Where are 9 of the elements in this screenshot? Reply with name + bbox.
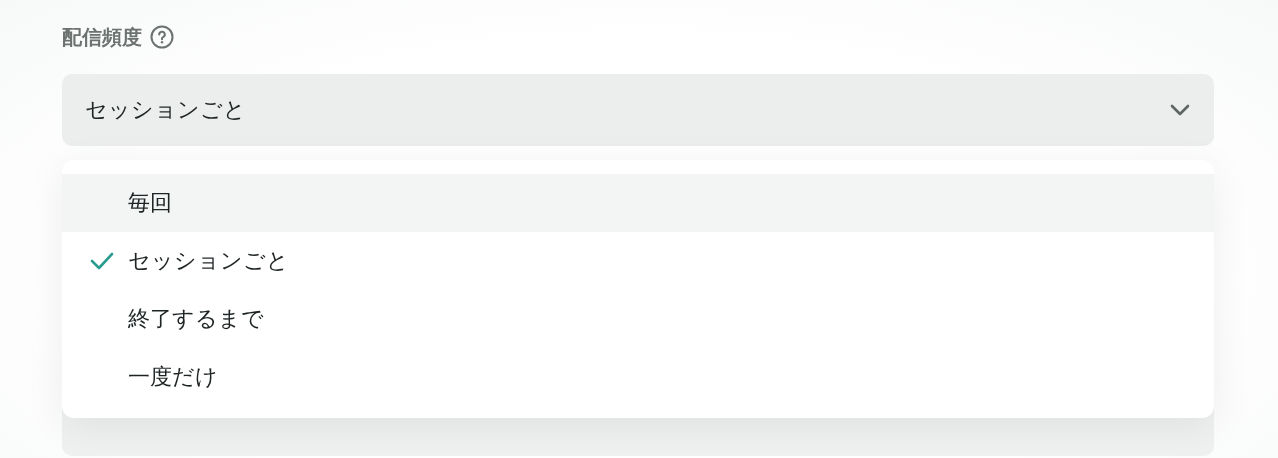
check-icon	[90, 252, 114, 270]
help-icon[interactable]	[150, 25, 174, 49]
menu-option[interactable]: 毎回	[62, 174, 1214, 232]
frequency-select[interactable]: セッションごと	[62, 74, 1214, 146]
menu-option[interactable]: セッションごと	[62, 232, 1214, 290]
menu-option[interactable]: 終了するまで	[62, 290, 1214, 348]
chevron-icon	[1170, 104, 1190, 116]
menu-option[interactable]: 一度だけ	[62, 348, 1214, 406]
field-label: 配信頻度	[62, 23, 142, 51]
